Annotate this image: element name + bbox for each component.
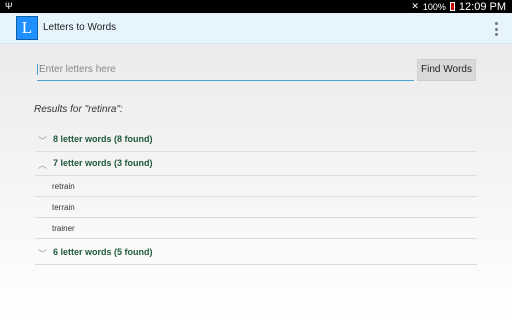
- app-logo-letter: L: [21, 18, 33, 37]
- group-label: 7 letter words (3 found): [53, 158, 153, 168]
- clock: 12:09 PM: [458, 0, 506, 13]
- find-words-button[interactable]: Find Words: [417, 59, 476, 81]
- battery-percent: 100%: [422, 1, 446, 12]
- group-label: 6 letter words (5 found): [53, 247, 153, 257]
- main-content: Enter letters here Find Words Results fo…: [0, 44, 512, 320]
- action-bar: L Letters to Words: [0, 13, 512, 44]
- word-label: trainer: [52, 224, 75, 233]
- list-item[interactable]: retrain: [35, 176, 477, 197]
- results-heading: Results for "retinra":: [34, 104, 123, 115]
- text-caret: [37, 64, 38, 75]
- chevron-down-icon: ﹀: [38, 249, 48, 259]
- app-title: Letters to Words: [43, 22, 117, 33]
- list-item[interactable]: terrain: [35, 197, 477, 218]
- word-label: retrain: [52, 182, 75, 191]
- group-8-letter[interactable]: ﹀ 8 letter words (8 found): [35, 128, 477, 152]
- overflow-menu-icon[interactable]: [494, 22, 498, 36]
- status-right: ✕ 100% 12:09 PM: [411, 0, 506, 13]
- group-label: 8 letter words (8 found): [53, 134, 153, 144]
- search-input[interactable]: Enter letters here: [37, 64, 414, 81]
- app-logo[interactable]: L: [16, 16, 38, 40]
- word-label: terrain: [52, 203, 75, 212]
- mute-icon: ✕: [411, 1, 419, 11]
- group-6-letter[interactable]: ﹀ 6 letter words (5 found): [35, 241, 477, 265]
- usb-icon: Ψ: [5, 1, 13, 11]
- group-7-letter[interactable]: ︿ 7 letter words (3 found): [35, 152, 477, 176]
- battery-icon: [449, 2, 455, 11]
- status-bar: Ψ ✕ 100% 12:09 PM: [0, 0, 512, 13]
- list-item[interactable]: trainer: [35, 218, 477, 239]
- chevron-up-icon: ︿: [38, 160, 48, 170]
- search-placeholder: Enter letters here: [39, 64, 116, 76]
- chevron-down-icon: ﹀: [38, 136, 48, 146]
